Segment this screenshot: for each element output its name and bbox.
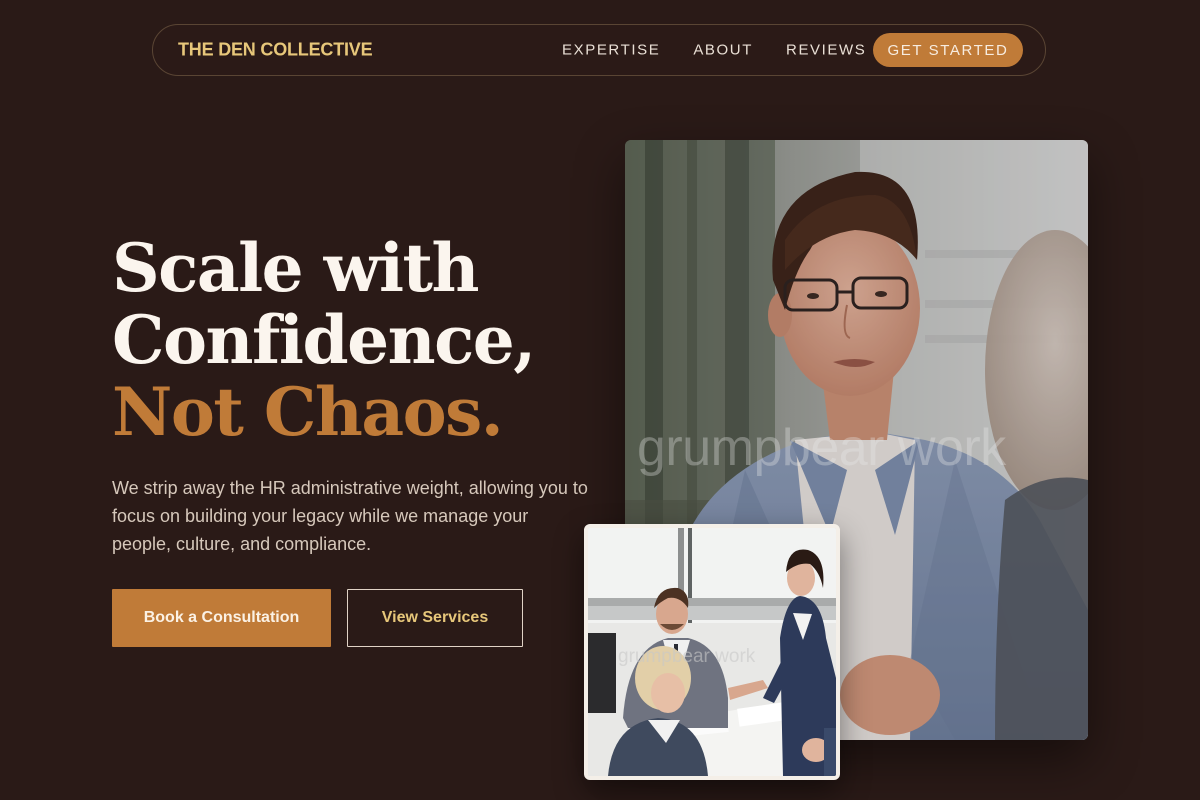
top-navigation: THE DEN COLLECTIVE EXPERTISE ABOUT REVIE… bbox=[152, 24, 1046, 76]
meeting-illustration bbox=[588, 528, 836, 776]
hero-headline: Scale with Confidence, Not Chaos. bbox=[112, 229, 536, 451]
nav-link-reviews[interactable]: REVIEWS bbox=[786, 42, 866, 59]
headline-line-1: Scale with bbox=[112, 229, 480, 307]
brand-logo[interactable]: THE DEN COLLECTIVE bbox=[178, 40, 373, 61]
nav-link-about[interactable]: ABOUT bbox=[693, 42, 753, 59]
nav-link-expertise[interactable]: EXPERTISE bbox=[562, 42, 660, 59]
inset-photo-meeting: grumpbear work bbox=[584, 524, 840, 780]
landing-page: THE DEN COLLECTIVE EXPERTISE ABOUT REVIE… bbox=[0, 0, 1200, 800]
book-consultation-button[interactable]: Book a Consultation bbox=[112, 589, 331, 647]
view-services-button[interactable]: View Services bbox=[347, 589, 523, 647]
hero-description: We strip away the HR administrative weig… bbox=[112, 478, 588, 554]
get-started-button[interactable]: GET STARTED bbox=[873, 33, 1023, 67]
headline-accent: Not Chaos. bbox=[112, 373, 504, 451]
nav-links: EXPERTISE ABOUT REVIEWS bbox=[562, 42, 866, 59]
headline-line-2: Confidence, bbox=[112, 301, 536, 379]
